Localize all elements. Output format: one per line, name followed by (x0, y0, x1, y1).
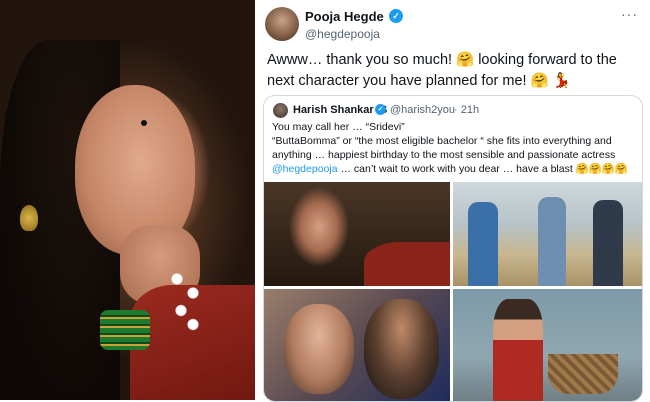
quoted-tweet-text: You may call her … “Sridevi” “ButtaBomma… (272, 120, 634, 176)
author-handle[interactable]: @hegdepooja (305, 27, 380, 41)
media-grid (264, 182, 642, 401)
quoted-text-tail: … can’t wait to work with you dear … hav… (340, 163, 628, 175)
featured-photo (0, 0, 255, 400)
verified-badge-icon: ✓ (389, 9, 403, 23)
quoted-tweet[interactable]: Harish Shankar .S ✓ @harish2you · 21h Yo… (263, 95, 643, 402)
quoted-text-line: You may call her … “Sridevi” (272, 121, 405, 133)
quoted-verified-badge-icon: ✓ (375, 104, 386, 115)
quoted-timestamp[interactable]: · 21h (454, 104, 479, 116)
media-image-4[interactable] (453, 289, 642, 401)
more-icon[interactable]: ··· (621, 6, 638, 22)
media-image-3[interactable] (264, 289, 450, 401)
photo-bindi (141, 120, 147, 126)
quoted-author-handle[interactable]: @harish2you (390, 104, 455, 116)
tweet-text: Awww… thank you so much! 🤗 looking forwa… (267, 52, 617, 89)
media-image-1[interactable] (264, 182, 450, 286)
quoted-text-line: “ButtaBomma” or “the most eligible bache… (272, 135, 612, 147)
author-avatar[interactable] (265, 7, 299, 41)
photo-flowers (165, 265, 205, 335)
author-name[interactable]: Pooja Hegde (305, 9, 384, 24)
quoted-author-name[interactable]: Harish Shankar .S (293, 104, 387, 116)
media-image-2[interactable] (453, 182, 642, 286)
quoted-text-line: anything … happiest birthday to the most… (272, 149, 616, 161)
photo-earring (20, 205, 38, 231)
tweet-card: Pooja Hegde ✓ @hegdepooja ··· Awww… than… (255, 0, 650, 402)
quoted-author-avatar[interactable] (273, 103, 288, 118)
photo-bangles (100, 310, 150, 350)
mention-link[interactable]: @hegdepooja (272, 163, 338, 175)
quoted-text-line: @hegdepooja … can’t wait to work with yo… (272, 162, 634, 176)
